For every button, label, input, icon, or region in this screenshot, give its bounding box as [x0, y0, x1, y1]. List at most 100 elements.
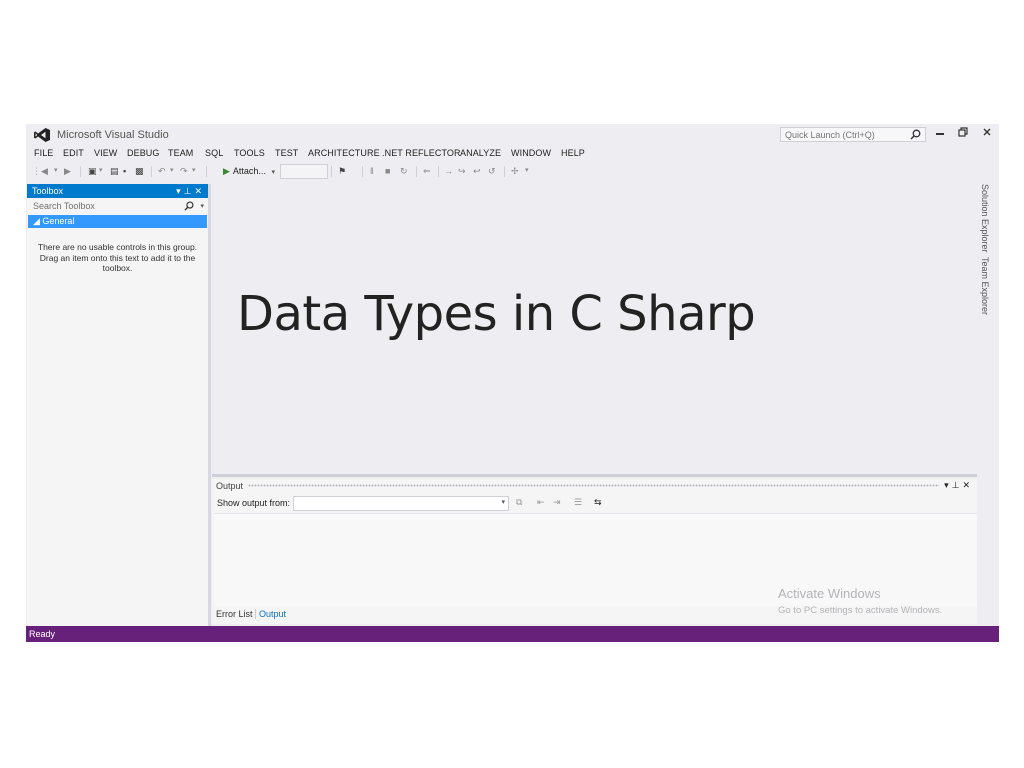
status-text: Ready — [29, 629, 56, 639]
window-title: Microsoft Visual Studio — [57, 129, 169, 141]
step-over-icon[interactable]: ↪ — [458, 165, 466, 177]
save-all-icon[interactable]: ▩ — [135, 165, 144, 177]
menu-tools[interactable]: TOOLS — [234, 148, 265, 158]
toolbox-empty-message: There are no usable controls in this gro… — [37, 242, 198, 273]
toolbox-search-placeholder: Search Toolbox — [33, 201, 95, 211]
find-in-files-icon[interactable]: ⚑ — [338, 165, 346, 177]
clear-all-icon[interactable]: ☰ — [574, 497, 582, 508]
menu-sql[interactable]: SQL — [205, 148, 223, 158]
menu-edit[interactable]: EDIT — [63, 148, 84, 158]
step-out-icon[interactable]: ↩ — [473, 165, 481, 177]
pin-icon[interactable]: ⊥ — [952, 480, 963, 490]
tab-team-explorer[interactable]: Team Explorer — [980, 257, 990, 315]
menu-bar: FILE EDIT VIEW DEBUG TEAM SQL TOOLS TEST… — [26, 146, 999, 162]
toolbox-search-input[interactable]: Search Toolbox ▾ — [27, 199, 208, 214]
open-file-icon[interactable]: ▤ — [110, 165, 119, 177]
quick-launch-input[interactable]: Quick Launch (Ctrl+Q) — [780, 127, 926, 142]
dropdown-icon: ▾ — [501, 499, 505, 506]
new-project-icon[interactable]: ▣ — [88, 165, 97, 177]
toolbox-group-general[interactable]: ◢ General — [28, 215, 207, 228]
save-icon[interactable]: ▪ — [123, 165, 126, 177]
close-icon[interactable]: ✕ — [194, 186, 205, 196]
dropdown-icon[interactable]: ▾ — [54, 165, 58, 177]
title-bar: Microsoft Visual Studio Quick Launch (Ct… — [26, 124, 999, 146]
toolbar-separator — [416, 166, 417, 177]
restore-icon[interactable] — [955, 127, 971, 141]
minimize-icon[interactable] — [932, 127, 948, 141]
close-icon[interactable]: ✕ — [962, 480, 973, 490]
visual-studio-window: Microsoft Visual Studio Quick Launch (Ct… — [26, 124, 999, 642]
activate-windows-title: Activate Windows — [778, 586, 881, 601]
menu-debug[interactable]: DEBUG — [127, 148, 160, 158]
toolbar-separator — [438, 166, 439, 177]
play-icon: ▶ — [223, 166, 230, 176]
navigate-forward-icon[interactable]: ▶ — [64, 165, 71, 177]
output-source-select[interactable]: ▾ — [293, 496, 509, 511]
toolbar-separator — [331, 166, 332, 177]
menu-file[interactable]: FILE — [34, 148, 53, 158]
output-header[interactable]: Output ▾⊥✕ — [212, 479, 977, 493]
menu-analyze[interactable]: ANALYZE — [460, 148, 501, 158]
show-output-from-label: Show output from: — [217, 498, 291, 508]
vs-logo-icon — [34, 128, 50, 142]
toolbox-header-icons: ▾⊥✕ — [176, 184, 205, 198]
tab-error-list[interactable]: Error List — [216, 609, 253, 619]
pause-icon[interactable]: ‖ — [370, 165, 374, 177]
menu-team[interactable]: TEAM — [168, 148, 193, 158]
tab-solution-explorer[interactable]: Solution Explorer — [980, 184, 990, 253]
menu-test[interactable]: TEST — [275, 148, 298, 158]
toolbar-separator — [206, 166, 207, 177]
next-message-icon[interactable]: ⇥ — [553, 497, 561, 508]
menu-architecture[interactable]: ARCHITECTURE — [308, 148, 380, 158]
dropdown-icon[interactable]: ▾ — [944, 480, 952, 490]
toolbar-separator — [80, 166, 81, 177]
dropdown-icon: ▾ — [271, 169, 275, 176]
menu-window[interactable]: WINDOW — [511, 148, 551, 158]
quick-launch-placeholder: Quick Launch (Ctrl+Q) — [785, 130, 875, 140]
page-heading: Data Types in C Sharp — [237, 286, 756, 342]
activate-windows-subtitle: Go to PC settings to activate Windows. — [778, 605, 943, 616]
menu-view[interactable]: VIEW — [94, 148, 117, 158]
dropdown-icon[interactable]: ▾ — [525, 165, 529, 177]
toolbox-header[interactable]: Toolbox ▾⊥✕ — [27, 184, 208, 198]
toolbar-separator — [362, 166, 363, 177]
pin-icon[interactable]: ⊥ — [184, 186, 195, 196]
standard-toolbar: ⋮ ◀ ▾ ▶ ▣ ▾ ▤ ▪ ▩ ↶ ▾ ↷ ▾ ▶ Attach... ▾ ⚑… — [26, 162, 999, 180]
toolbar-separator — [151, 166, 152, 177]
search-icon[interactable] — [910, 129, 921, 140]
step-into-icon[interactable]: → — [444, 165, 453, 177]
find-message-icon[interactable]: ⧉ — [516, 497, 522, 508]
search-icon[interactable] — [184, 201, 194, 211]
dropdown-icon[interactable]: ▾ — [192, 165, 196, 177]
output-title: Output — [216, 480, 248, 493]
navigate-back-icon[interactable]: ◀ — [41, 165, 48, 177]
debug-target-combo[interactable] — [280, 164, 328, 179]
breakpoint-icon[interactable]: ✢ — [511, 165, 519, 177]
dropdown-icon[interactable]: ▾ — [176, 186, 184, 196]
undo-icon[interactable]: ↶ — [158, 165, 166, 177]
panel-splitter[interactable] — [212, 474, 977, 477]
dropdown-icon[interactable]: ▾ — [99, 165, 103, 177]
menu-help[interactable]: HELP — [561, 148, 585, 158]
step-back-icon[interactable]: ↺ — [488, 165, 496, 177]
toggle-word-wrap-icon[interactable]: ⇆ — [594, 497, 602, 508]
stop-icon[interactable]: ■ — [385, 165, 390, 177]
toolbox-panel: Toolbox ▾⊥✕ Search Toolbox ▾ ◢ General T… — [27, 184, 211, 626]
output-header-icons: ▾⊥✕ — [944, 479, 973, 492]
menu-net-reflector[interactable]: .NET REFLECTOR — [382, 148, 461, 158]
panel-grip — [248, 484, 939, 487]
dropdown-icon[interactable]: ▾ — [200, 199, 204, 214]
attach-label: Attach... — [232, 166, 266, 176]
close-icon[interactable] — [979, 127, 995, 141]
show-next-statement-icon[interactable]: ⇐ — [423, 165, 431, 177]
tab-output[interactable]: Output — [255, 609, 286, 619]
previous-message-icon[interactable]: ⇤ — [537, 497, 545, 508]
output-panel: Output ▾⊥✕ Show output from: ▾ ⧉ ⇤ ⇥ ☰ ⇆ — [212, 479, 977, 624]
toolbox-title: Toolbox — [32, 186, 64, 196]
dropdown-icon[interactable]: ▾ — [170, 165, 174, 177]
redo-icon[interactable]: ↷ — [180, 165, 188, 177]
status-bar: Ready — [26, 626, 999, 642]
toolbar-grip-icon: ⋮ — [32, 166, 41, 176]
restart-icon[interactable]: ↻ — [400, 165, 408, 177]
attach-button[interactable]: ▶ Attach... ▾ — [223, 164, 275, 180]
